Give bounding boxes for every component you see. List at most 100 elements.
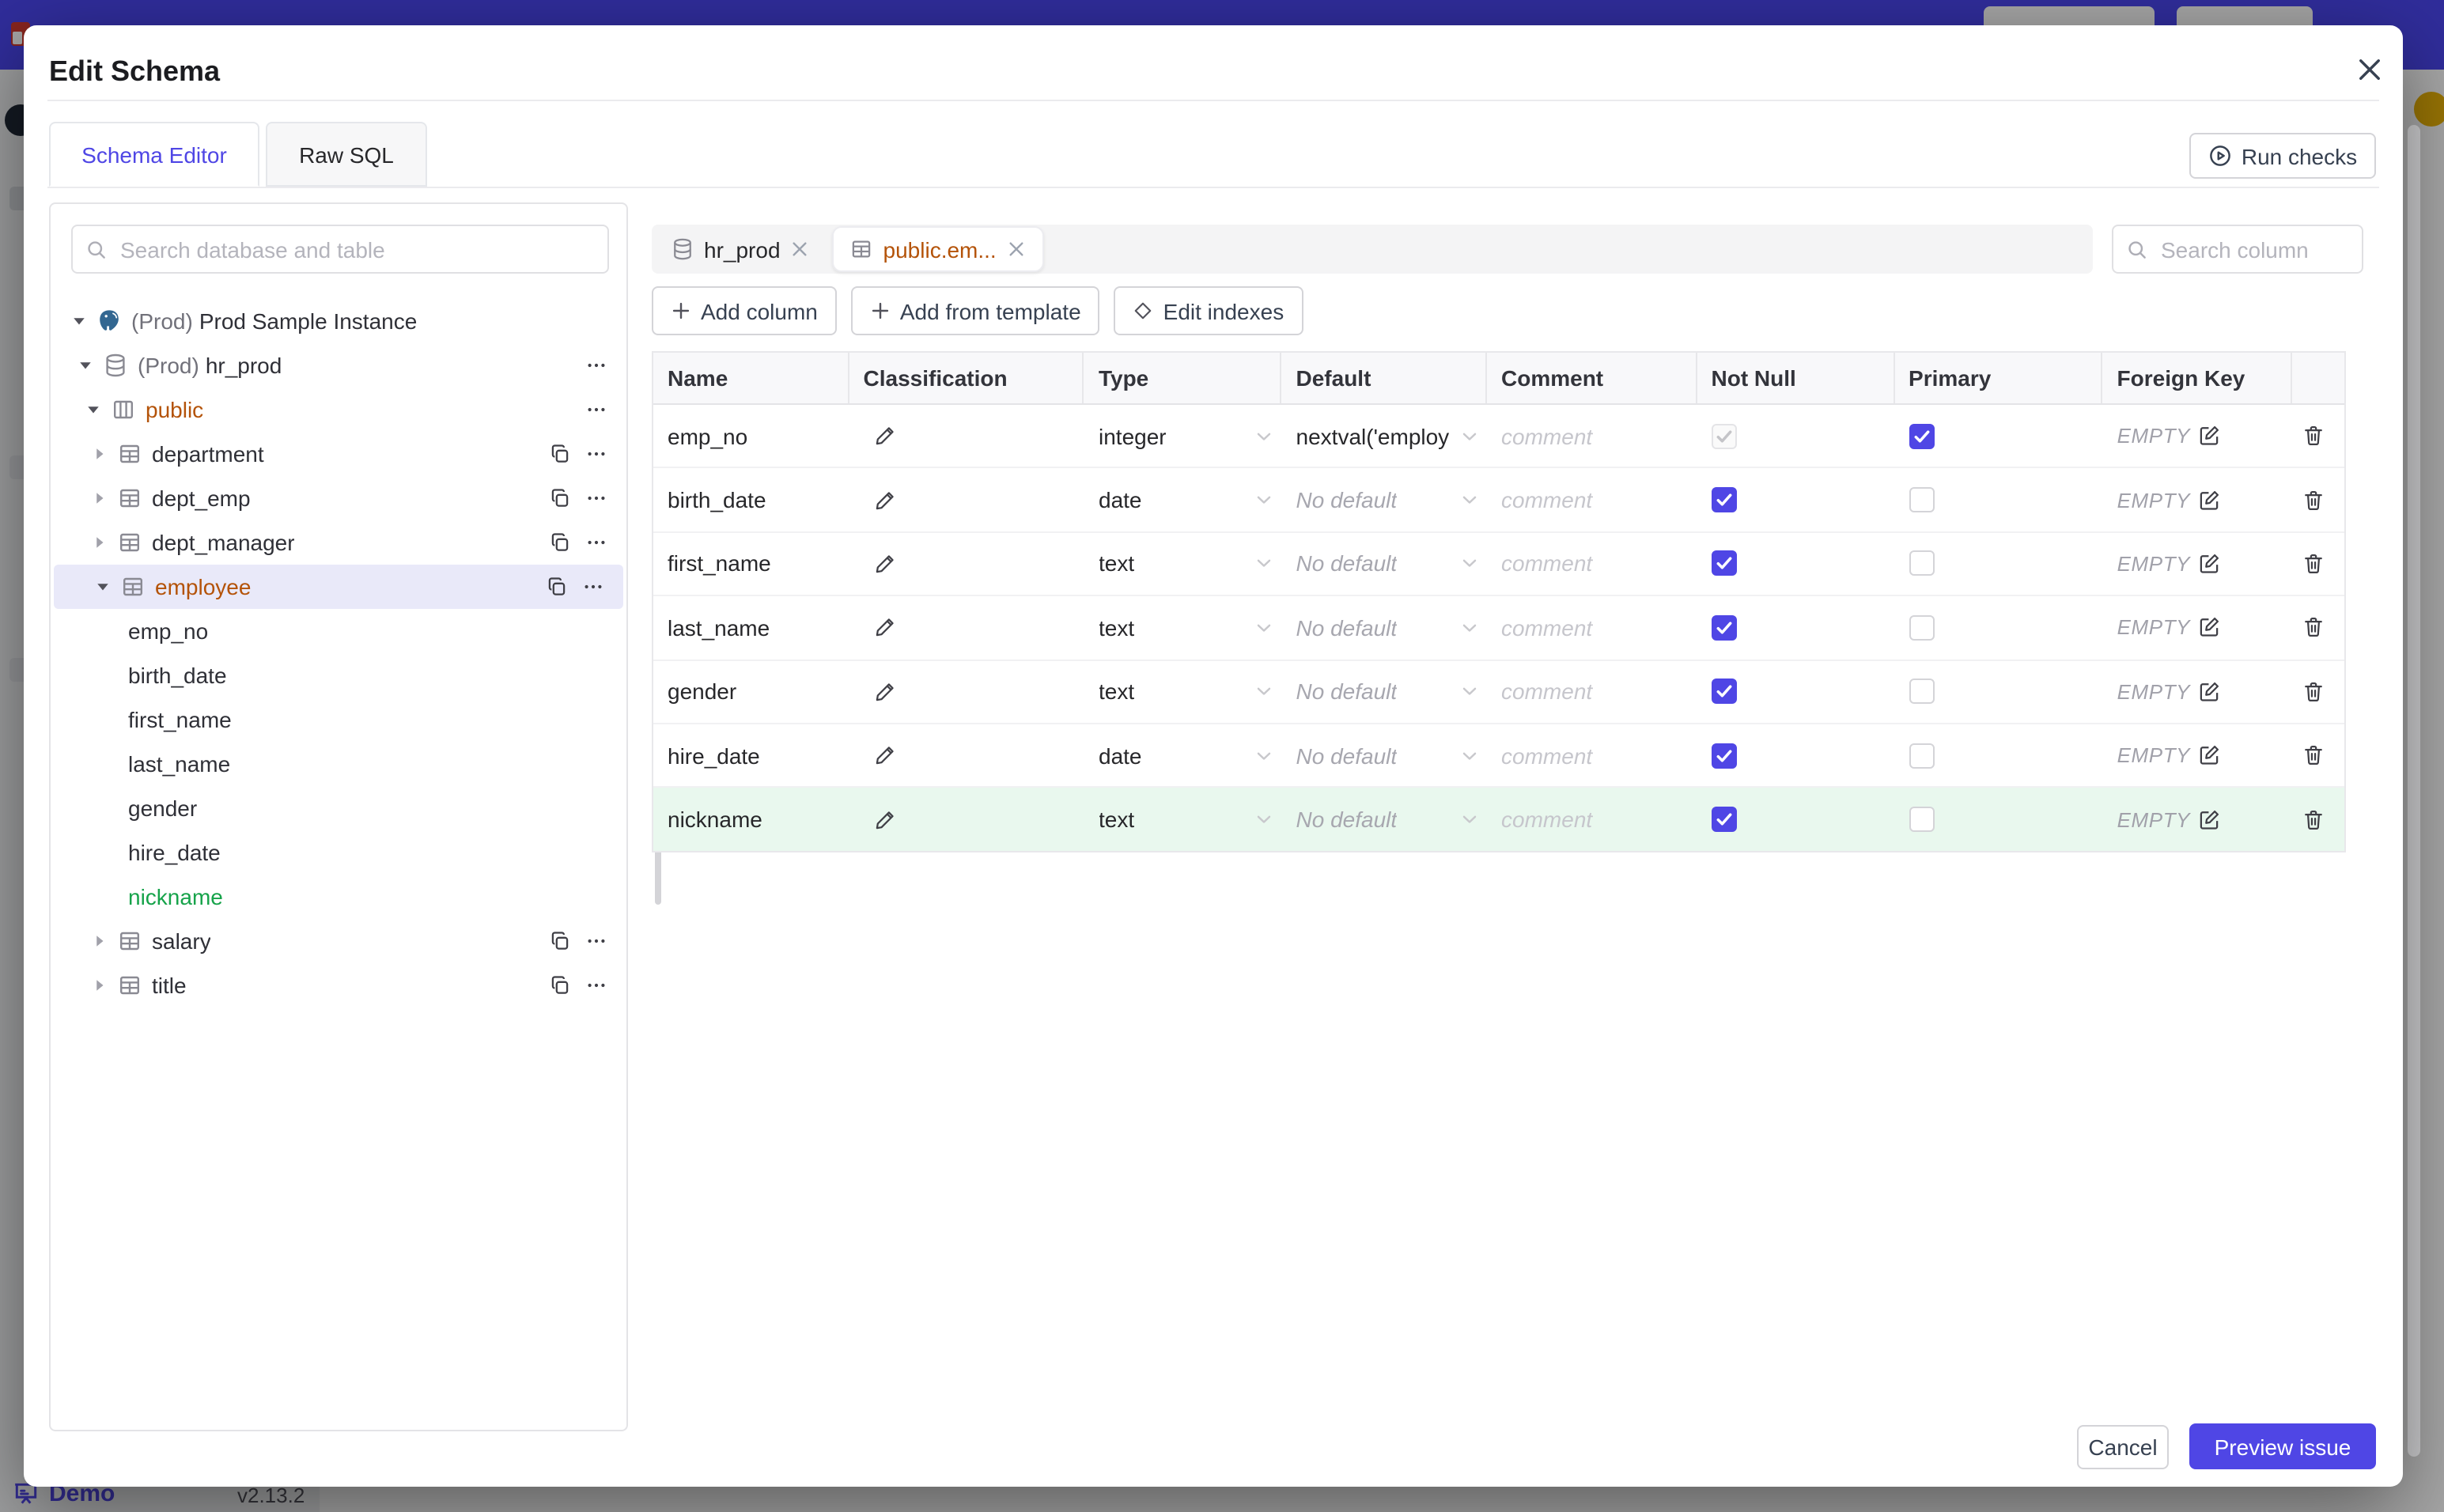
tree-node-title[interactable]: title (51, 963, 626, 1007)
tree-node-prod-sample-instance[interactable]: (Prod) Prod Sample Instance (51, 299, 626, 343)
classification-edit-icon[interactable] (873, 424, 897, 448)
cell-default[interactable]: No default (1282, 660, 1488, 723)
primary-checkbox[interactable] (1909, 679, 1935, 705)
primary-checkbox[interactable] (1909, 614, 1935, 641)
window-scrollbar[interactable] (2408, 125, 2420, 1457)
foreign-key-edit-icon[interactable] (2196, 743, 2220, 767)
tree-node-hr_prod[interactable]: (Prod) hr_prod (51, 343, 626, 387)
cell-type[interactable]: integer (1084, 405, 1282, 467)
cell-comment[interactable]: comment (1487, 405, 1697, 467)
caret-down-icon[interactable] (84, 400, 103, 419)
primary-checkbox[interactable] (1909, 743, 1935, 769)
more-icon[interactable] (585, 531, 607, 554)
more-icon[interactable] (585, 354, 607, 376)
not-null-checkbox[interactable] (1711, 743, 1737, 769)
caret-down-icon[interactable] (93, 577, 112, 596)
tree-node-hire_date[interactable]: hire_date (51, 830, 626, 875)
primary-checkbox[interactable] (1909, 487, 1935, 513)
cell-comment[interactable]: comment (1487, 533, 1697, 595)
open-tab-public-em-[interactable]: public.em... (832, 226, 1044, 272)
copy-icon[interactable] (549, 930, 571, 952)
more-icon[interactable] (585, 399, 607, 421)
cell-comment[interactable]: comment (1487, 660, 1697, 723)
classification-edit-icon[interactable] (873, 488, 897, 512)
cell-default[interactable]: No default (1282, 469, 1488, 531)
foreign-key-edit-icon[interactable] (2196, 488, 2220, 512)
cell-comment[interactable]: comment (1487, 788, 1697, 851)
trash-icon[interactable] (2302, 552, 2325, 576)
trash-icon[interactable] (2302, 743, 2325, 767)
open-tab-hr_prod[interactable]: hr_prod (655, 228, 827, 270)
tab-raw-sql[interactable]: Raw SQL (266, 122, 427, 187)
edit-indexes-button[interactable]: Edit indexes (1114, 286, 1303, 335)
cell-type[interactable]: text (1084, 788, 1282, 851)
copy-icon[interactable] (549, 531, 571, 554)
tree-node-birth_date[interactable]: birth_date (51, 653, 626, 697)
tree-search-input[interactable] (117, 235, 595, 263)
foreign-key-edit-icon[interactable] (2196, 616, 2220, 640)
trash-icon[interactable] (2302, 488, 2325, 512)
cell-default[interactable]: No default (1282, 596, 1488, 659)
tree-node-public[interactable]: public (51, 387, 626, 432)
caret-down-icon[interactable] (76, 356, 95, 375)
not-null-checkbox[interactable] (1711, 487, 1737, 513)
foreign-key-edit-icon[interactable] (2196, 552, 2220, 576)
not-null-checkbox[interactable] (1711, 807, 1737, 833)
not-null-checkbox[interactable] (1711, 679, 1737, 705)
tree-node-first_name[interactable]: first_name (51, 697, 626, 742)
cell-type[interactable]: date (1084, 469, 1282, 531)
cell-comment[interactable]: comment (1487, 596, 1697, 659)
caret-right-icon[interactable] (90, 932, 109, 951)
classification-edit-icon[interactable] (873, 680, 897, 704)
tree-node-nickname[interactable]: nickname (51, 875, 626, 919)
cell-comment[interactable]: comment (1487, 469, 1697, 531)
cell-type[interactable]: text (1084, 533, 1282, 595)
close-tab-icon[interactable] (790, 239, 811, 259)
classification-edit-icon[interactable] (873, 743, 897, 767)
cell-default[interactable]: No default (1282, 533, 1488, 595)
more-icon[interactable] (582, 576, 604, 598)
foreign-key-edit-icon[interactable] (2196, 807, 2220, 831)
caret-down-icon[interactable] (70, 312, 89, 331)
more-icon[interactable] (585, 930, 607, 952)
caret-right-icon[interactable] (90, 489, 109, 508)
run-checks-button[interactable]: Run checks (2189, 133, 2376, 179)
tree-node-department[interactable]: department (51, 432, 626, 476)
primary-checkbox[interactable] (1909, 807, 1935, 833)
preview-issue-button[interactable]: Preview issue (2189, 1423, 2376, 1469)
classification-edit-icon[interactable] (873, 552, 897, 576)
tree-node-dept_manager[interactable]: dept_manager (51, 520, 626, 565)
column-search-input[interactable] (2158, 235, 2349, 263)
more-icon[interactable] (585, 443, 607, 465)
tree-node-emp_no[interactable]: emp_no (51, 609, 626, 653)
classification-edit-icon[interactable] (873, 807, 897, 831)
tree-node-dept_emp[interactable]: dept_emp (51, 476, 626, 520)
caret-right-icon[interactable] (90, 444, 109, 463)
trash-icon[interactable] (2302, 616, 2325, 640)
trash-icon[interactable] (2302, 424, 2325, 448)
tree-node-gender[interactable]: gender (51, 786, 626, 830)
copy-icon[interactable] (549, 443, 571, 465)
cancel-button[interactable]: Cancel (2077, 1425, 2169, 1469)
cell-type[interactable]: date (1084, 724, 1282, 787)
trash-icon[interactable] (2302, 807, 2325, 831)
tree-node-salary[interactable]: salary (51, 919, 626, 963)
cell-type[interactable]: text (1084, 596, 1282, 659)
primary-checkbox[interactable] (1909, 423, 1935, 449)
cell-type[interactable]: text (1084, 660, 1282, 723)
caret-right-icon[interactable] (90, 533, 109, 552)
tab-schema-editor[interactable]: Schema Editor (49, 122, 259, 187)
add-from-template-button[interactable]: Add from template (850, 286, 1100, 335)
trash-icon[interactable] (2302, 680, 2325, 704)
foreign-key-edit-icon[interactable] (2196, 680, 2220, 704)
primary-checkbox[interactable] (1909, 550, 1935, 576)
cell-default[interactable]: No default (1282, 788, 1488, 851)
not-null-checkbox[interactable] (1711, 614, 1737, 641)
classification-edit-icon[interactable] (873, 616, 897, 640)
cell-default[interactable]: No default (1282, 724, 1488, 787)
copy-icon[interactable] (549, 974, 571, 996)
copy-icon[interactable] (549, 487, 571, 509)
add-column-button[interactable]: Add column (652, 286, 837, 335)
foreign-key-edit-icon[interactable] (2196, 424, 2220, 448)
more-icon[interactable] (585, 974, 607, 996)
